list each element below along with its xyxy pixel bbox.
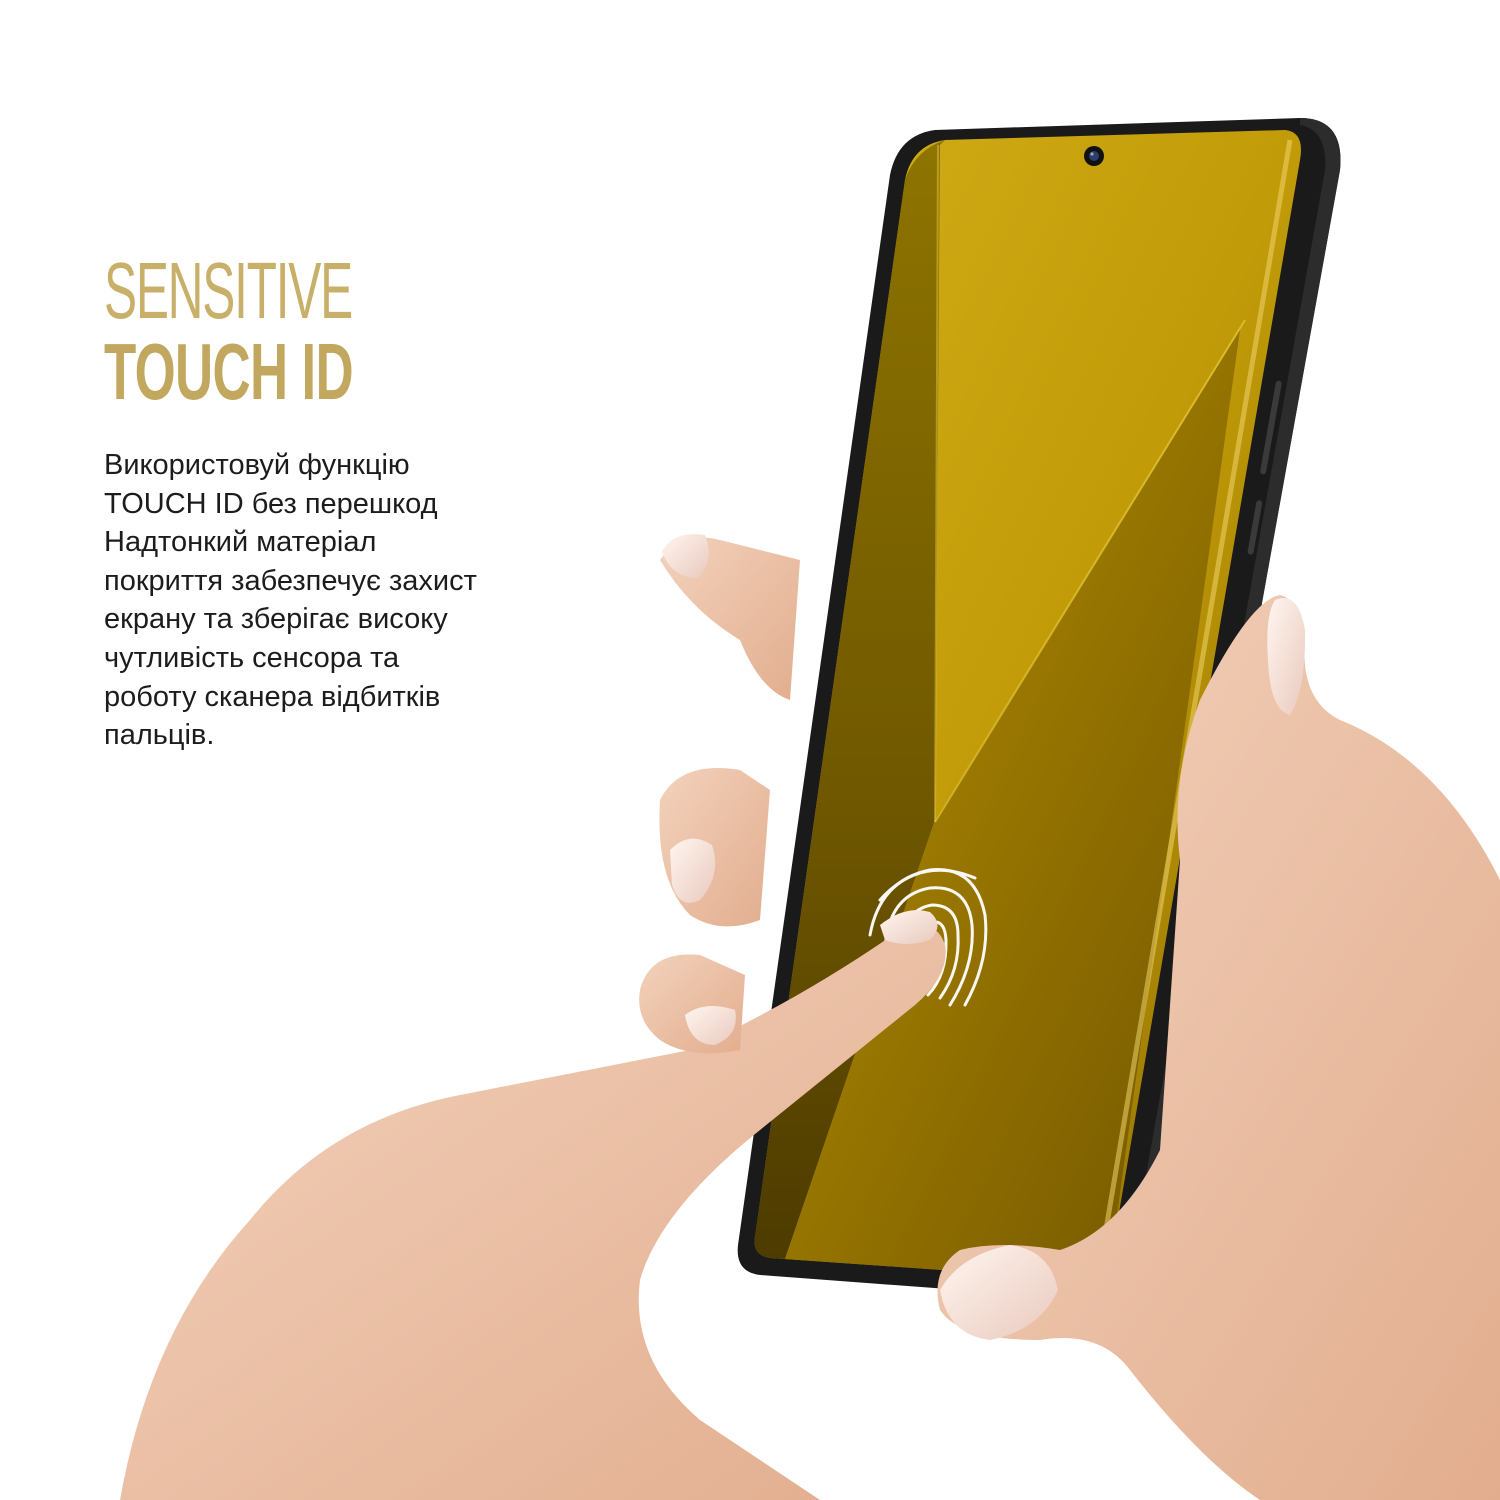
description-line: Використовуй функцію xyxy=(104,449,410,481)
headline-line-1: SENSITIVE xyxy=(104,246,353,335)
description-line: пальців. xyxy=(104,719,215,752)
description-line: екрану та зберігає високу xyxy=(104,603,448,636)
description-line: TOUCH ID без перешкод xyxy=(104,487,438,520)
description: Використовуй функцію TOUCH ID без перешк… xyxy=(104,446,564,755)
description-line: покриття забезпечує захист xyxy=(104,564,477,597)
left-hand-fingers xyxy=(639,954,745,1054)
description-line: чутливість сенсора та xyxy=(104,641,400,674)
description-line: роботу сканера відбитків xyxy=(104,680,441,713)
headline-line-2: TOUCH ID xyxy=(104,327,354,416)
description-line: Надтонкий матеріал xyxy=(104,526,377,559)
headline: SENSITIVE TOUCH ID xyxy=(104,250,524,412)
front-camera-icon xyxy=(1084,146,1104,166)
product-banner: SENSITIVE TOUCH ID Використовуй функцію … xyxy=(0,0,1500,1500)
